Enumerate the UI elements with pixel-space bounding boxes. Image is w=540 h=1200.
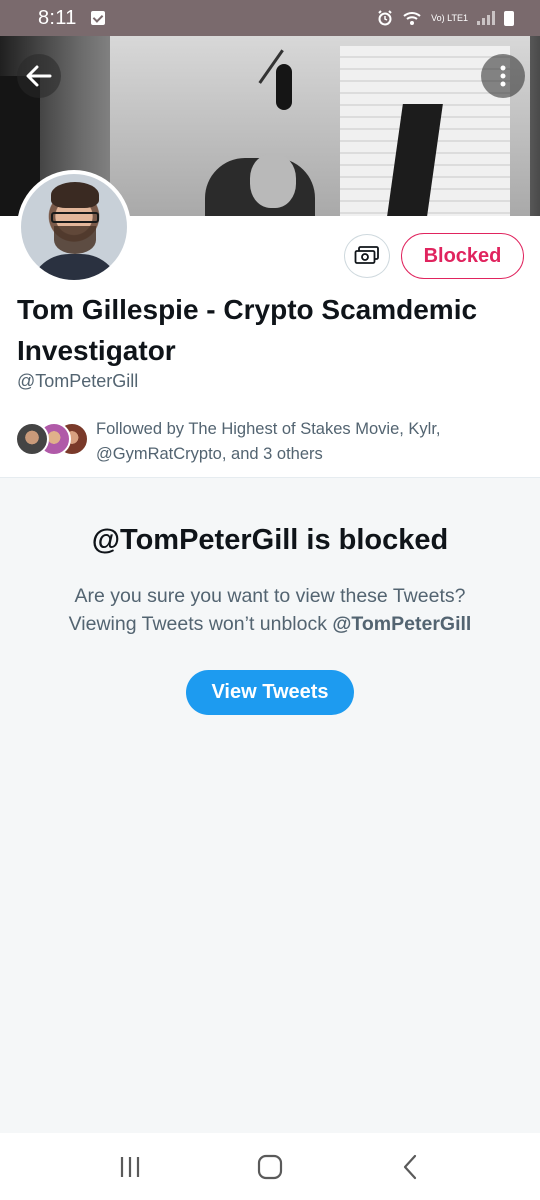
display-name: Tom Gillespie - Crypto Scamdemic Investi… bbox=[17, 294, 478, 366]
blocked-message-handle: @TomPeterGill bbox=[332, 613, 472, 635]
signal-icon bbox=[477, 11, 495, 25]
avatar-suit bbox=[29, 254, 121, 280]
status-time: 8:11 bbox=[38, 6, 77, 29]
avatar-hair bbox=[51, 182, 99, 208]
followed-by[interactable]: Followed by The Highest of Stakes Movie,… bbox=[15, 417, 535, 467]
wifi-icon bbox=[403, 12, 421, 25]
blocked-message-line2: Viewing Tweets won’t unblock @TomPeterGi… bbox=[0, 610, 540, 638]
blocked-message: Are you sure you want to view these Twee… bbox=[0, 582, 540, 638]
follower-avatar bbox=[15, 422, 49, 456]
tip-button[interactable] bbox=[344, 234, 390, 278]
blocked-message-line1: Are you sure you want to view these Twee… bbox=[74, 585, 466, 607]
nav-back-button[interactable] bbox=[380, 1142, 440, 1192]
profile-handle: @TomPeterGill bbox=[17, 371, 139, 391]
back-button[interactable] bbox=[17, 54, 61, 98]
view-tweets-button[interactable]: View Tweets bbox=[186, 670, 354, 715]
more-options-button[interactable] bbox=[481, 54, 525, 98]
blocked-title: @TomPeterGill is blocked bbox=[91, 524, 449, 556]
banner-person-head bbox=[250, 154, 296, 208]
arrow-left-icon bbox=[26, 65, 52, 87]
avatar[interactable] bbox=[17, 170, 131, 284]
more-vertical-icon bbox=[500, 65, 506, 87]
status-right: Vo) LTE1 bbox=[377, 10, 514, 26]
status-bar: 8:11 Vo) LTE1 bbox=[0, 0, 540, 36]
system-nav-bar bbox=[0, 1133, 540, 1200]
blocked-button[interactable]: Blocked bbox=[401, 233, 524, 279]
avatar-image bbox=[21, 174, 127, 280]
nav-recents-button[interactable] bbox=[100, 1142, 160, 1192]
blocked-message-prefix: Viewing Tweets won’t unblock bbox=[68, 613, 333, 635]
alarm-icon bbox=[378, 10, 392, 26]
blocked-panel bbox=[0, 478, 540, 1133]
network-label: Vo) LTE1 bbox=[431, 12, 468, 23]
follower-avatars bbox=[15, 422, 93, 462]
screen: 8:11 Vo) LTE1 Blocked Tom Gillespie - Cr… bbox=[0, 0, 540, 1200]
banner-microphone bbox=[276, 64, 292, 110]
money-icon bbox=[354, 246, 379, 264]
battery-icon bbox=[504, 10, 514, 26]
status-left: 8:11 bbox=[38, 7, 105, 30]
notification-check-icon bbox=[90, 11, 105, 25]
avatar-glasses bbox=[51, 212, 99, 223]
home-icon bbox=[257, 1154, 283, 1179]
nav-home-button[interactable] bbox=[240, 1142, 300, 1192]
chevron-left-icon bbox=[403, 1154, 417, 1179]
recents-icon bbox=[120, 1156, 140, 1177]
avatar-beard bbox=[54, 226, 96, 254]
followed-by-text: Followed by The Highest of Stakes Movie,… bbox=[96, 420, 441, 463]
